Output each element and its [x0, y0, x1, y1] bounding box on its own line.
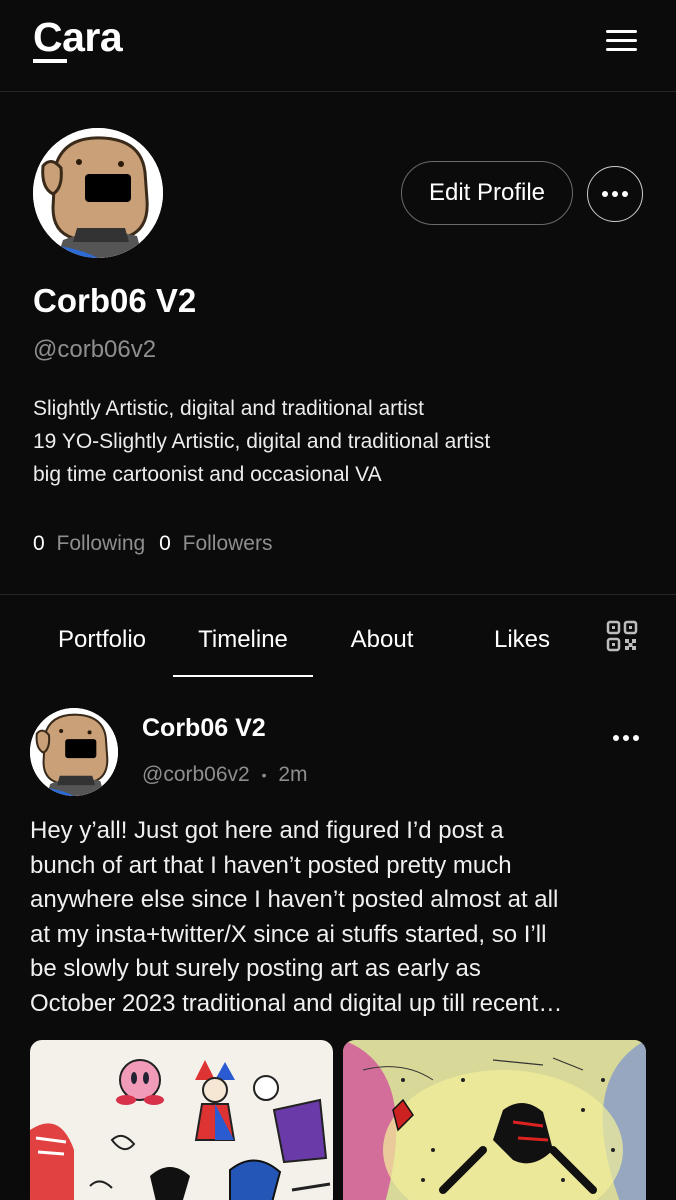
- profile-handle: @corb06v2: [33, 336, 157, 363]
- qr-code-icon[interactable]: [606, 620, 638, 652]
- post-line: be slowly but surely posting art as earl…: [30, 955, 481, 983]
- bio-line: 19 YO-Slightly Artistic, digital and tra…: [33, 430, 491, 453]
- profile-display-name: Corb06 V2: [33, 282, 197, 319]
- top-bar: Cara: [0, 0, 676, 92]
- post-author-avatar[interactable]: [30, 708, 118, 796]
- tab-about[interactable]: About: [332, 620, 432, 660]
- following-label[interactable]: Following: [57, 532, 146, 555]
- post-line: bunch of art that I haven’t posted prett…: [30, 851, 512, 879]
- profile-more-icon[interactable]: [587, 166, 643, 222]
- post-body[interactable]: Hey y’all! Just got here and figured I’d…: [30, 814, 650, 1022]
- post-timestamp: 2m: [278, 763, 308, 786]
- following-count[interactable]: 0: [33, 532, 45, 555]
- post-image-sketches[interactable]: [30, 1040, 333, 1200]
- bio-line: big time cartoonist and occasional VA: [33, 463, 382, 486]
- cara-logo[interactable]: Cara: [33, 14, 123, 61]
- post-meta: @corb06v2 • 2m: [142, 763, 308, 787]
- bio-line: Slightly Artistic, digital and tradition…: [33, 397, 425, 420]
- tab-timeline[interactable]: Timeline: [173, 620, 313, 660]
- post-author-handle[interactable]: @corb06v2: [142, 763, 250, 786]
- post-image-spiderverse[interactable]: [343, 1040, 646, 1200]
- profile-stats: 0 Following 0 Followers: [33, 532, 272, 556]
- logo-underline: [33, 59, 67, 63]
- followers-count[interactable]: 0: [159, 532, 171, 555]
- post-more-icon[interactable]: [608, 726, 644, 750]
- edit-profile-button[interactable]: Edit Profile: [401, 161, 573, 225]
- profile-bio: Slightly Artistic, digital and tradition…: [33, 392, 490, 491]
- post-line: October 2023 traditional and digital up …: [30, 989, 563, 1017]
- post-author-name[interactable]: Corb06 V2: [142, 714, 266, 743]
- active-tab-indicator: [173, 675, 313, 677]
- section-divider: [0, 594, 676, 595]
- post-line: anywhere else since I haven’t posted alm…: [30, 886, 559, 914]
- followers-label[interactable]: Followers: [183, 532, 273, 555]
- tab-likes[interactable]: Likes: [477, 620, 567, 660]
- profile-avatar[interactable]: [33, 128, 163, 258]
- tab-portfolio[interactable]: Portfolio: [40, 620, 164, 660]
- post-line: Hey y’all! Just got here and figured I’d…: [30, 817, 504, 844]
- meta-separator: •: [261, 767, 267, 784]
- hamburger-menu-icon[interactable]: [603, 26, 641, 56]
- post-line: at my insta+twitter/X since ai stuffs st…: [30, 920, 547, 948]
